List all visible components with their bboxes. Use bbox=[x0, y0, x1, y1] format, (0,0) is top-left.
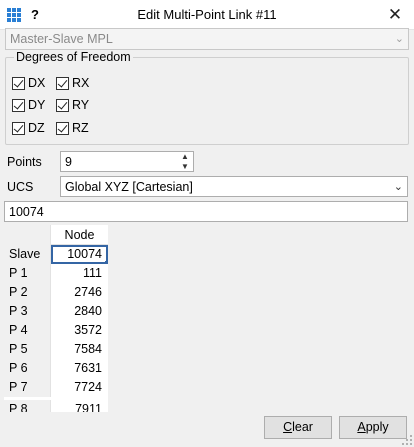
clear-label-rest: lear bbox=[292, 420, 313, 434]
dof-groupbox: Degrees of Freedom DX RX DY RY DZ RZ bbox=[5, 50, 409, 145]
row-header[interactable]: P 8 bbox=[4, 400, 51, 412]
checkbox-label: DX bbox=[28, 76, 46, 90]
points-table[interactable]: Node Slave 10074 P 1 111 P 2 2746 P 3 28… bbox=[4, 225, 108, 412]
checkbox-checked-icon bbox=[56, 76, 69, 90]
link-type-combo: Master-Slave MPL ⌄ bbox=[5, 28, 409, 50]
table-cell[interactable]: 7631 bbox=[51, 359, 108, 378]
chevron-down-icon: ⌄ bbox=[393, 181, 403, 193]
spin-down-icon[interactable]: ▼ bbox=[179, 162, 191, 172]
table-cell[interactable]: 111 bbox=[51, 264, 108, 283]
column-header-node[interactable]: Node bbox=[51, 225, 108, 245]
checkbox-checked-icon bbox=[12, 98, 25, 112]
ucs-label: UCS bbox=[7, 180, 34, 194]
ucs-select[interactable]: Global XYZ [Cartesian] ⌄ bbox=[60, 176, 408, 197]
spin-up-icon[interactable]: ▲ bbox=[179, 152, 191, 162]
checkbox-rx[interactable]: RX bbox=[56, 74, 89, 92]
node-input-value: 10074 bbox=[9, 205, 44, 219]
row-header[interactable]: P 3 bbox=[4, 302, 51, 321]
row-header[interactable]: P 7 bbox=[4, 378, 51, 397]
link-type-value: Master-Slave MPL bbox=[10, 32, 113, 46]
checkbox-dz[interactable]: DZ bbox=[12, 119, 45, 137]
node-input[interactable]: 10074 bbox=[4, 201, 408, 222]
row-header[interactable]: Slave bbox=[4, 245, 51, 264]
clear-mnemonic: C bbox=[283, 420, 293, 434]
checkbox-dy[interactable]: DY bbox=[12, 96, 45, 114]
table-cell[interactable]: 3572 bbox=[51, 321, 108, 340]
checkbox-label: DZ bbox=[28, 121, 45, 135]
apply-mnemonic: A bbox=[357, 420, 366, 434]
table-cell-selected[interactable]: 10074 bbox=[51, 245, 108, 265]
checkbox-rz[interactable]: RZ bbox=[56, 119, 89, 137]
points-spinbox[interactable]: 9 ▲ ▼ bbox=[60, 151, 194, 172]
checkbox-ry[interactable]: RY bbox=[56, 96, 89, 114]
checkbox-checked-icon bbox=[12, 76, 25, 90]
table-header: Node bbox=[4, 225, 108, 245]
row-header[interactable]: P 4 bbox=[4, 321, 51, 340]
checkbox-checked-icon bbox=[56, 121, 69, 135]
table-cell[interactable]: 7724 bbox=[51, 378, 108, 397]
row-header[interactable]: P 6 bbox=[4, 359, 51, 378]
resize-grip-icon[interactable] bbox=[402, 435, 412, 445]
checkbox-checked-icon bbox=[56, 98, 69, 112]
window-title: Edit Multi-Point Link #11 bbox=[137, 7, 277, 22]
table-corner[interactable] bbox=[4, 225, 51, 245]
points-label: Points bbox=[7, 155, 42, 169]
spin-arrows-icon[interactable]: ▲ ▼ bbox=[179, 152, 191, 172]
checkbox-label: RY bbox=[72, 98, 90, 112]
checkbox-label: RZ bbox=[72, 121, 89, 135]
row-header[interactable]: P 2 bbox=[4, 283, 51, 302]
checkbox-label: RX bbox=[72, 76, 90, 90]
apply-button[interactable]: Apply bbox=[339, 416, 407, 439]
checkbox-checked-icon bbox=[12, 121, 25, 135]
close-icon[interactable]: ✕ bbox=[384, 4, 406, 26]
table-cell[interactable]: 7911 bbox=[51, 400, 108, 412]
title-bar: ? Edit Multi-Point Link #11 ✕ bbox=[0, 0, 414, 30]
checkbox-dx[interactable]: DX bbox=[12, 74, 45, 92]
checkbox-label: DY bbox=[28, 98, 46, 112]
table-cell[interactable]: 7584 bbox=[51, 340, 108, 359]
chevron-down-icon: ⌄ bbox=[394, 33, 404, 45]
dof-legend: Degrees of Freedom bbox=[14, 50, 133, 64]
app-grid-icon bbox=[7, 8, 21, 22]
help-button[interactable]: ? bbox=[28, 5, 42, 25]
clear-button[interactable]: Clear bbox=[264, 416, 332, 439]
points-value: 9 bbox=[65, 155, 72, 169]
table-cell[interactable]: 2840 bbox=[51, 302, 108, 321]
button-bar: Clear Apply bbox=[0, 412, 414, 447]
apply-label-rest: pply bbox=[365, 420, 389, 434]
row-header[interactable]: P 5 bbox=[4, 340, 51, 359]
table-cell[interactable]: 2746 bbox=[51, 283, 108, 302]
ucs-value: Global XYZ [Cartesian] bbox=[65, 180, 193, 194]
row-header[interactable]: P 1 bbox=[4, 264, 51, 283]
